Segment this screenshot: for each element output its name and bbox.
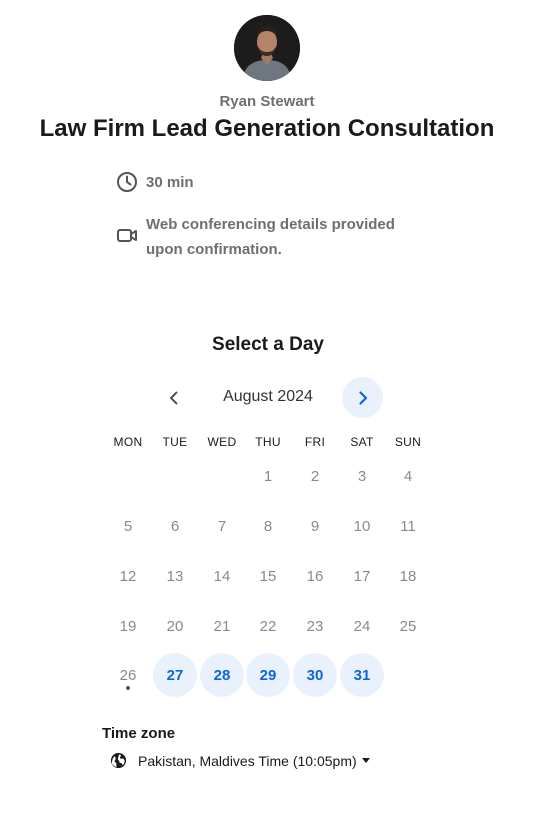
calendar-day-9: 9 [310,517,320,535]
calendar-day-22: 22 [259,617,277,635]
video-camera-icon [117,229,137,242]
available-day-28[interactable]: 28 [200,653,244,697]
host-photo [234,15,300,81]
weekday-fri: FRI [304,435,326,449]
weekday-thu: THU [255,435,281,449]
calendar-day-21: 21 [213,617,231,635]
calendar-day-26: 26 [119,666,137,684]
calendar-day-10: 10 [353,517,371,535]
calendar-day-3: 3 [357,467,367,485]
weekday-wed: WED [207,435,237,449]
location-text: Web conferencing details provided upon c… [146,216,395,258]
chevron-left-icon [170,391,178,405]
timezone-label: Time zone [102,725,176,742]
calendar-day-20: 20 [166,617,184,635]
calendar-day-16: 16 [306,567,324,585]
event-duration: 30 min [116,170,194,195]
duration-text: 30 min [146,174,194,191]
month-label: August 2024 [223,388,313,405]
timezone-value: Pakistan, Maldives Time (10:05pm) [138,752,357,769]
today-indicator [126,686,130,690]
calendar-day-17: 17 [353,567,371,585]
calendar-day-6: 6 [170,517,180,535]
calendar-day-14: 14 [213,567,231,585]
available-day-30[interactable]: 30 [293,653,337,697]
available-day-27[interactable]: 27 [153,653,197,697]
calendar-day-8: 8 [263,517,273,535]
calendar-day-13: 13 [166,567,184,585]
clock-icon [117,172,137,192]
weekday-sat: SAT [350,435,374,449]
calendar-day-11: 11 [400,517,416,535]
available-day-31[interactable]: 31 [340,653,384,697]
calendar-day-2: 2 [310,467,320,485]
available-day-29[interactable]: 29 [246,653,290,697]
event-title: Law Firm Lead Generation Consultation [39,115,495,142]
calendar-day-25: 25 [399,617,417,635]
weekday-tue: TUE [162,435,188,449]
calendar-day-1: 1 [263,467,273,485]
calendar-heading: Select a Day [212,334,324,355]
host-name: Ryan Stewart [219,93,315,110]
calendar-day-7: 7 [217,517,227,535]
calendar-day-23: 23 [306,617,324,635]
caret-down-icon [361,758,370,763]
host-avatar [234,15,300,81]
calendar-day-15: 15 [259,567,277,585]
calendar-day-18: 18 [399,567,417,585]
globe-icon [110,752,127,769]
calendar-day-19: 19 [119,617,137,635]
calendar-day-4: 4 [403,467,413,485]
chevron-right-icon [358,390,367,405]
event-location: Web conferencing details provided upon c… [116,212,416,262]
timezone-select[interactable]: Pakistan, Maldives Time (10:05pm) [110,752,370,769]
previous-month-button[interactable] [160,384,188,412]
calendar-day-12: 12 [119,567,137,585]
next-month-button[interactable] [342,377,383,418]
weekday-mon: MON [113,435,143,449]
weekday-sun: SUN [394,435,422,449]
calendar-day-5: 5 [123,517,133,535]
calendar-day-24: 24 [353,617,371,635]
